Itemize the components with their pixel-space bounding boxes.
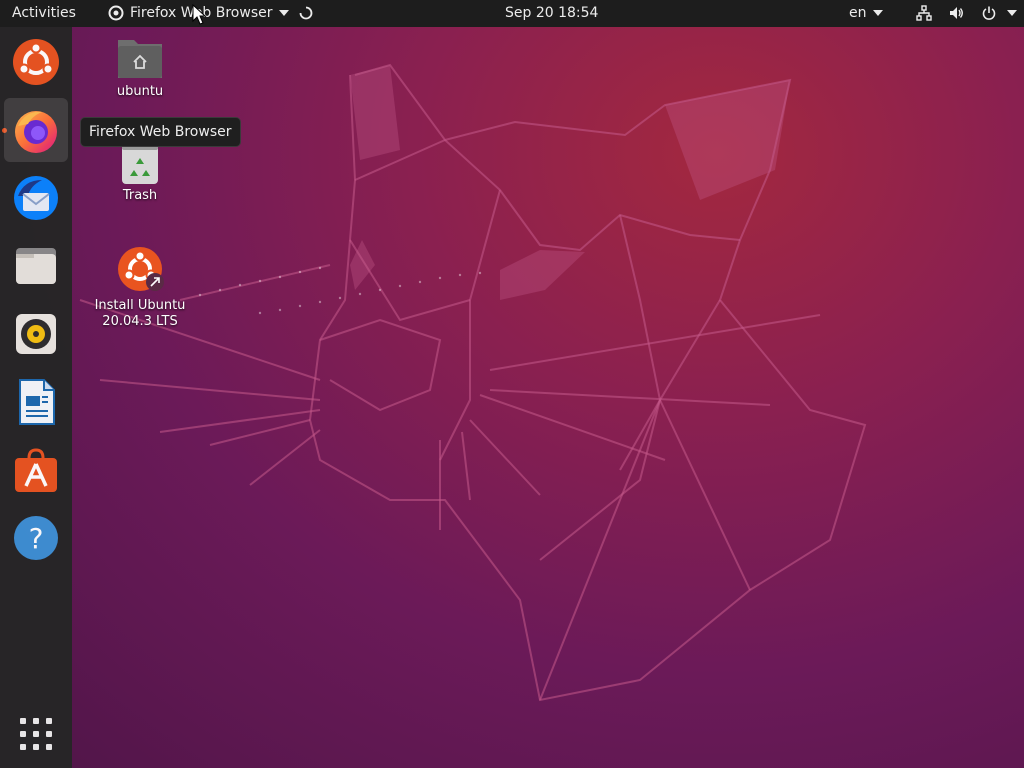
keyboard-layout-label: en — [849, 5, 867, 21]
desktop-icon-trash[interactable]: Trash — [85, 140, 195, 204]
dock-item-rhythmbox[interactable] — [4, 302, 68, 366]
desktop-icon-label: ubuntu — [116, 84, 164, 99]
rhythmbox-icon — [16, 314, 56, 354]
dock-item-ubuntu-software[interactable] — [4, 438, 68, 502]
chevron-down-icon — [872, 10, 883, 16]
dock-tooltip: Firefox Web Browser — [80, 117, 241, 147]
software-store-icon — [15, 448, 57, 492]
firefox-icon — [15, 111, 57, 153]
files-icon — [16, 248, 56, 284]
ubuntu-icon — [13, 39, 59, 85]
dock-item-help[interactable]: ? — [4, 506, 68, 570]
dock-item-files[interactable] — [4, 234, 68, 298]
dock-item-libreoffice-writer[interactable] — [4, 370, 68, 434]
chevron-down-icon — [278, 10, 289, 16]
desktop-icon-install-ubuntu[interactable]: Install Ubuntu 20.04.3 LTS — [85, 244, 195, 330]
system-menu[interactable] — [916, 0, 1017, 27]
loading-spinner-icon — [299, 6, 313, 20]
volume-icon — [950, 7, 964, 19]
desktop-icon-label: Install Ubuntu — [94, 298, 186, 313]
wallpaper — [79, 63, 867, 702]
app-menu[interactable]: Firefox Web Browser — [108, 0, 313, 27]
desktop-icon-label-version: 20.04.3 LTS — [102, 314, 178, 329]
help-icon: ? — [14, 516, 58, 560]
desktop-icon-label: Trash — [122, 188, 158, 203]
firefox-app-icon — [108, 5, 124, 21]
app-grid-icon — [20, 718, 52, 750]
svg-text:?: ? — [29, 522, 44, 555]
keyboard-layout-indicator[interactable]: en — [849, 0, 883, 27]
dock-item-firefox[interactable] — [4, 98, 68, 162]
thunderbird-icon — [14, 176, 58, 220]
clock[interactable]: Sep 20 18:54 — [505, 0, 598, 27]
install-ubuntu-icon — [118, 247, 164, 291]
home-folder-icon — [118, 40, 162, 78]
power-icon — [982, 6, 996, 20]
desktop-icon-home[interactable]: ubuntu — [85, 36, 195, 100]
dock: ? — [0, 27, 72, 768]
activities-button[interactable]: Activities — [12, 0, 76, 27]
chevron-down-icon — [1006, 10, 1017, 16]
show-applications-button[interactable] — [4, 702, 68, 766]
top-bar: Activities Firefox Web Browser Sep 20 18… — [0, 0, 1024, 27]
network-icon — [916, 5, 932, 21]
dock-item-thunderbird[interactable] — [4, 166, 68, 230]
libreoffice-writer-icon — [19, 379, 55, 425]
mouse-cursor-icon — [192, 4, 207, 25]
dock-item-ubuntu[interactable] — [4, 30, 68, 94]
